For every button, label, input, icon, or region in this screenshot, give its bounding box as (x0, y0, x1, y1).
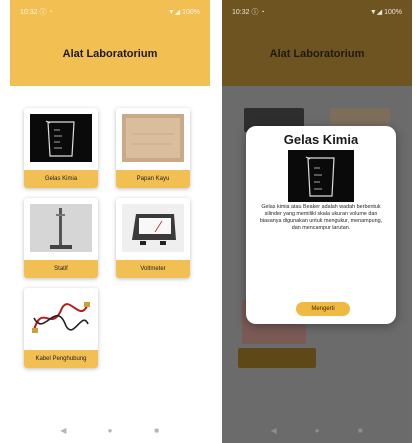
wood-board-image (122, 114, 184, 162)
stand-image (30, 204, 92, 252)
status-indicators: ▼◢ 100% (369, 9, 402, 16)
item-label: Papan Kayu (116, 170, 190, 188)
status-bar: 10:32 ⓘ ◔ ▼◢ 100% (10, 0, 210, 24)
item-card[interactable]: Papan Kayu (116, 108, 190, 188)
item-card[interactable]: Statif (24, 198, 98, 278)
system-nav-bar: ◀ ● ■ (10, 417, 210, 443)
dimmed-card-label (238, 348, 316, 368)
recents-icon[interactable]: ■ (152, 426, 162, 435)
item-label: Voltmeter (116, 260, 190, 278)
detail-screen: Alat Laboratorium 10:32 ⓘ ◔ ▼◢ 100% Gela… (222, 0, 412, 443)
status-bar: 10:32 ⓘ ◔ ▼◢ 100% (222, 0, 412, 24)
page-title: Alat Laboratorium (62, 48, 158, 60)
beaker-image (30, 114, 92, 162)
main-screen: Alat Laboratorium 10:32 ⓘ ◔ ▼◢ 100% Gela… (10, 0, 210, 443)
understand-button[interactable]: Mengerti (296, 302, 350, 316)
home-icon[interactable]: ● (312, 426, 322, 435)
item-card[interactable]: Kabel Penghubung (24, 288, 98, 368)
back-icon[interactable]: ◀ (269, 426, 279, 435)
dialog-title: Gelas Kimia (283, 132, 359, 147)
dialog-description: Gelas kimia atau Beaker adalah wadah ber… (259, 204, 383, 232)
status-indicators: ▼◢ 100% (167, 9, 200, 16)
home-icon[interactable]: ● (105, 426, 115, 435)
item-label: Kabel Penghubung (24, 350, 98, 368)
voltmeter-image (122, 204, 184, 252)
status-time: 10:32 ⓘ ◔ (20, 9, 53, 16)
item-card[interactable]: Voltmeter (116, 198, 190, 278)
beaker-image (288, 150, 354, 202)
item-label: Gelas Kimia (24, 170, 98, 188)
item-card[interactable]: Gelas Kimia (24, 108, 98, 188)
back-icon[interactable]: ◀ (58, 426, 68, 435)
recents-icon[interactable]: ■ (355, 426, 365, 435)
page-title: Alat Laboratorium (269, 48, 365, 60)
status-time: 10:32 ⓘ ◔ (232, 9, 265, 16)
cables-image (30, 294, 92, 342)
item-label: Statif (24, 260, 98, 278)
system-nav-bar: ◀ ● ■ (222, 417, 412, 443)
info-dialog: Gelas Kimia Gelas kimia atau Beaker adal… (246, 126, 396, 324)
